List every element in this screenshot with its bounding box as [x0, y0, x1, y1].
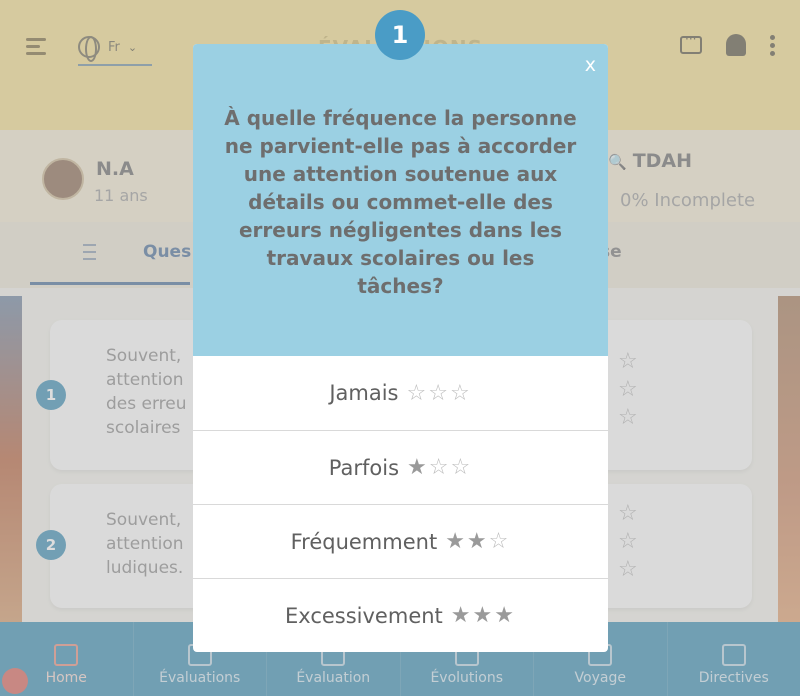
answer-options: Jamais ☆☆☆ Parfois ★☆☆ Fréquemment ★★☆ E… [193, 356, 608, 652]
star-rating-icon: ★★☆ [445, 529, 510, 554]
star-filled-icon: ★ [494, 603, 516, 628]
star-filled-icon: ★ [445, 529, 467, 554]
star-empty-icon: ☆ [428, 380, 450, 406]
star-empty-icon: ☆ [488, 529, 511, 554]
star-filled-icon: ★ [472, 603, 495, 628]
star-rating-icon: ★☆☆ [407, 455, 472, 480]
option-label: Fréquemment [290, 529, 438, 554]
star-empty-icon: ☆ [449, 380, 472, 406]
star-empty-icon: ☆ [428, 455, 451, 480]
star-empty-icon: ☆ [450, 455, 473, 480]
option-jamais[interactable]: Jamais ☆☆☆ [193, 356, 608, 430]
question-modal: x À quelle fréquence la personne ne parv… [193, 10, 608, 652]
star-filled-icon: ★ [450, 603, 473, 628]
option-parfois[interactable]: Parfois ★☆☆ [193, 430, 608, 504]
option-label: Parfois [328, 455, 400, 480]
star-filled-icon: ★ [407, 455, 429, 480]
modal-header: x À quelle fréquence la personne ne parv… [193, 44, 608, 356]
option-frequemment[interactable]: Fréquemment ★★☆ [193, 504, 608, 578]
star-rating-icon: ☆☆☆ [406, 381, 471, 406]
modal-question: À quelle fréquence la personne ne parvie… [224, 106, 577, 298]
star-rating-icon: ★★★ [451, 603, 516, 628]
close-button[interactable]: x [585, 54, 596, 76]
star-filled-icon: ★ [466, 529, 489, 554]
option-excessivement[interactable]: Excessivement ★★★ [193, 578, 608, 652]
question-number-badge: 1 [375, 10, 425, 60]
option-label: Jamais [329, 381, 399, 405]
option-label: Excessivement [285, 603, 443, 628]
star-empty-icon: ☆ [406, 380, 429, 406]
